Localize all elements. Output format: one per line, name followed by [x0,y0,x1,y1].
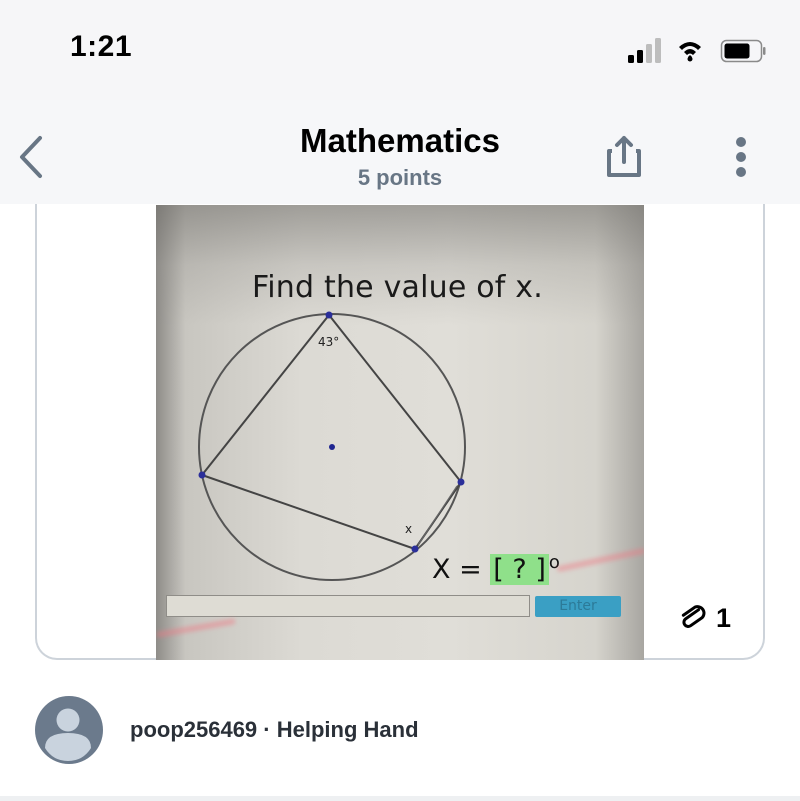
status-icons [628,38,766,63]
user-avatar-icon[interactable] [34,695,104,765]
wifi-icon [679,42,701,62]
share-icon [607,136,641,177]
more-options-button[interactable] [730,135,752,179]
chord-top-left [201,314,330,476]
angle-label: 43° [318,335,339,349]
nav-bar: Mathematics 5 points [0,100,800,204]
bottom-divider [0,796,800,801]
vertex-left [198,471,206,479]
answer-placeholder-box: [ ? ] [490,554,549,585]
author-row[interactable]: poop256469 · Helping Hand [34,695,419,765]
equation: X = [ ? ] o [432,552,560,585]
author-rank: Helping Hand [276,717,419,742]
page-title: Mathematics [300,122,500,159]
share-button[interactable] [604,134,644,178]
more-vertical-icon [736,137,746,177]
author-username[interactable]: poop256469 [130,717,257,742]
attachment-count: 1 [716,602,732,633]
vertex-right [457,478,465,486]
author-separator: · [257,717,277,742]
unknown-angle-label: x [405,522,412,536]
equation-prefix: X = [432,554,491,585]
answer-input [166,595,530,617]
vertex-bottom [411,545,419,553]
author-name[interactable]: poop256469 · Helping Hand [130,717,419,743]
chord-top-right [328,314,462,483]
status-time: 1:21 [70,30,133,63]
chord-right-bottom-double [417,485,458,546]
status-bar: 1:21 [0,0,800,100]
circle-diagram: 43° x [198,311,466,581]
cellular-signal-icon [628,38,661,63]
paperclip-icon [681,605,706,628]
enter-button: Enter [535,596,621,617]
question-image[interactable]: Find the value of x. 43° x X = [ ? ] o En… [156,205,644,660]
battery-icon [720,39,766,63]
points-subtitle: 5 points [357,165,443,190]
attachments-button[interactable]: 1 [678,602,731,634]
vertex-top [325,311,333,319]
circle-center [329,444,335,450]
